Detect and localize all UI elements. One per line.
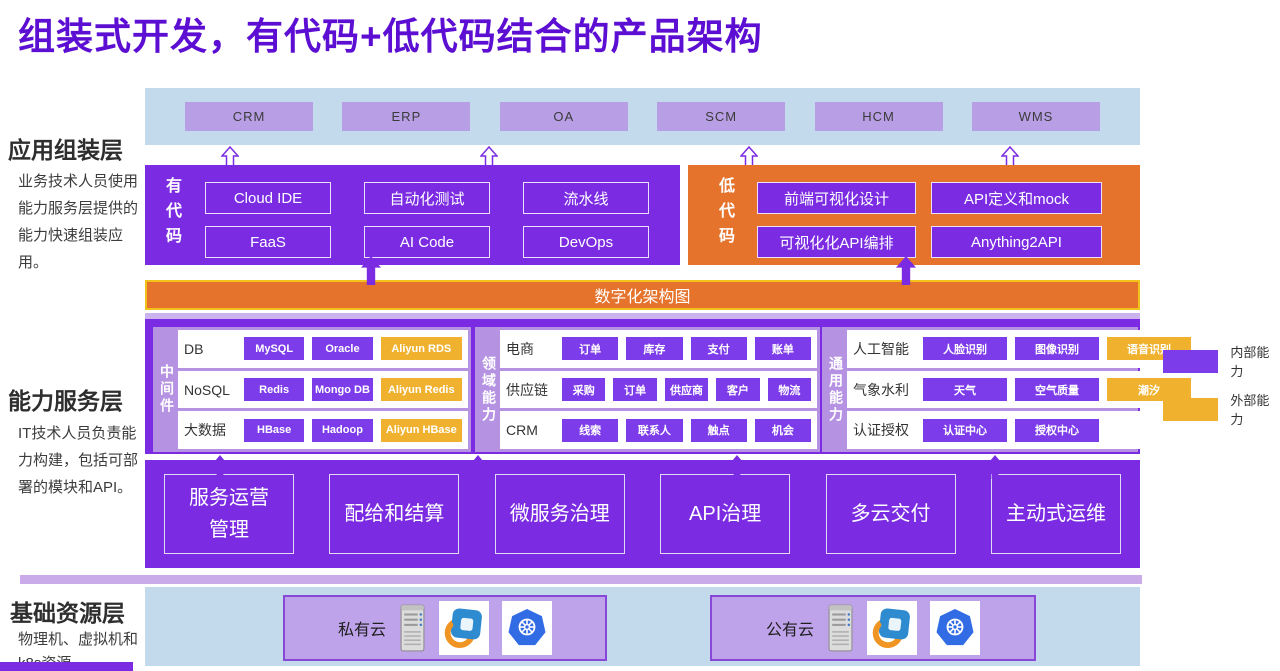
capability-badge: 订单 [613, 378, 656, 401]
corner-strip [0, 662, 133, 671]
capability-badge: Mongo DB [312, 378, 372, 401]
layer-heading-infrastructure: 基础资源层 [10, 594, 125, 628]
service-box-provision-settlement: 配给和结算 [329, 474, 459, 554]
server-icon [827, 601, 854, 655]
capability-badge: HBase [244, 419, 304, 442]
vmware-icon [867, 601, 917, 655]
low-code-label: 低代码 [712, 177, 736, 252]
layer-desc-capability: IT技术人员负责能力构建，包括可部署的模块和API。 [18, 420, 142, 501]
service-box-microservice-governance: 微服务治理 [495, 474, 625, 554]
row-auth: 认证授权 认证中心 授权中心 [847, 411, 1197, 449]
kubernetes-icon [930, 601, 980, 655]
group-general-label: 通用能力 [825, 330, 847, 449]
capability-badge: 联系人 [626, 419, 682, 442]
low-code-item-frontend-design: 前端可视化设计 [757, 182, 916, 214]
group-domain: 领域能力 电商 订单 库存 支付 账单 供应链 采购 订单 供应商 客户 物流 [475, 327, 820, 452]
kubernetes-icon [502, 601, 552, 655]
capability-badge: 供应商 [665, 378, 708, 401]
capability-badge: 账单 [755, 337, 811, 360]
pro-code-label: 有代码 [159, 177, 183, 252]
architecture-slide: 组装式开发，有代码+低代码结合的产品架构 应用组装层 业务技术人员使用能力服务层… [0, 0, 1280, 671]
app-box-scm: SCM [657, 102, 785, 131]
row-crm: CRM 线索 联系人 触点 机会 [500, 411, 817, 449]
private-cloud-box: 私有云 [283, 595, 607, 661]
application-bar: CRM ERP OA SCM HCM WMS [145, 88, 1140, 145]
capability-badge-external: Aliyun HBase [381, 419, 462, 442]
layer-heading-app-assembly: 应用组装层 [8, 131, 123, 165]
row-bigdata: 大数据 HBase Hadoop Aliyun HBase [178, 411, 468, 449]
legend-label-external: 外部能力 [1230, 390, 1280, 428]
capability-badge: 人脸识别 [923, 337, 1007, 360]
group-general: 通用能力 人工智能 人脸识别 图像识别 语音识别 气象水利 天气 空气质量 潮汐… [822, 327, 1138, 452]
capability-badge: MySQL [244, 337, 304, 360]
app-box-crm: CRM [185, 102, 313, 131]
capability-badge: 线索 [562, 419, 618, 442]
pro-code-item-auto-test: 自动化测试 [364, 182, 490, 214]
service-box-api-governance: API治理 [660, 474, 790, 554]
public-cloud-label: 公有云 [766, 616, 814, 640]
service-box-operation: 服务运营 管理 [164, 474, 294, 554]
app-box-wms: WMS [972, 102, 1100, 131]
low-code-item-api-orchestration: 可视化化API编排 [757, 226, 916, 258]
pro-code-item-cloud-ide: Cloud IDE [205, 182, 331, 214]
vmware-icon [439, 601, 489, 655]
service-box-proactive-ops: 主动式运维 [991, 474, 1121, 554]
pro-code-item-devops: DevOps [523, 226, 649, 258]
group-middleware: 中间件 DB MySQL Oracle Aliyun RDS NoSQL Red… [153, 327, 471, 452]
capability-badge: 客户 [716, 378, 759, 401]
capability-badge: Hadoop [312, 419, 372, 442]
pro-code-item-faas: FaaS [205, 226, 331, 258]
capability-service-section: 中间件 DB MySQL Oracle Aliyun RDS NoSQL Red… [145, 319, 1140, 454]
capability-badge: Oracle [312, 337, 372, 360]
private-cloud-label: 私有云 [338, 616, 386, 640]
low-code-item-api-mock: API定义和mock [931, 182, 1102, 214]
pro-code-item-pipeline: 流水线 [523, 182, 649, 214]
public-cloud-box: 公有云 [710, 595, 1036, 661]
row-ai: 人工智能 人脸识别 图像识别 语音识别 [847, 330, 1197, 368]
capability-badge: 订单 [562, 337, 618, 360]
divider-strip [20, 575, 1142, 584]
legend-label-internal: 内部能力 [1230, 342, 1280, 380]
low-code-item-anything2api: Anything2API [931, 226, 1102, 258]
capability-badge: Redis [244, 378, 304, 401]
capability-badge: 空气质量 [1015, 378, 1099, 401]
capability-badge: 采购 [562, 378, 605, 401]
capability-badge: 支付 [691, 337, 747, 360]
app-box-oa: OA [500, 102, 628, 131]
legend-swatch-internal [1163, 350, 1218, 373]
service-box-multicloud-delivery: 多云交付 [826, 474, 956, 554]
app-box-erp: ERP [342, 102, 470, 131]
row-db: DB MySQL Oracle Aliyun RDS [178, 330, 468, 368]
group-middleware-label: 中间件 [156, 330, 178, 449]
capability-badge: 机会 [755, 419, 811, 442]
capability-badge: 天气 [923, 378, 1007, 401]
capability-badge-external: Aliyun Redis [381, 378, 462, 401]
capability-badge-external: Aliyun RDS [381, 337, 462, 360]
legend: 内部能力 外部能力 [1163, 342, 1280, 438]
app-box-hcm: HCM [815, 102, 943, 131]
capability-badge: 认证中心 [923, 419, 1007, 442]
infrastructure-bar: 私有云 [145, 587, 1140, 666]
legend-swatch-external [1163, 398, 1218, 421]
pro-code-item-ai-code: AI Code [364, 226, 490, 258]
capability-badge: 触点 [691, 419, 747, 442]
page-title: 组装式开发，有代码+低代码结合的产品架构 [18, 6, 763, 60]
layer-desc-app-assembly: 业务技术人员使用能力服务层提供的能力快速组装应用。 [18, 168, 140, 276]
pro-code-block: 有代码 Cloud IDE 自动化测试 流水线 FaaS AI Code Dev… [145, 165, 680, 265]
group-domain-label: 领域能力 [478, 330, 500, 449]
services-row: 服务运营 管理 配给和结算 微服务治理 API治理 多云交付 主动式运维 [145, 460, 1140, 568]
capability-badge: 库存 [626, 337, 682, 360]
capability-badge: 授权中心 [1015, 419, 1099, 442]
capability-badge: 物流 [768, 378, 811, 401]
row-nosql: NoSQL Redis Mongo DB Aliyun Redis [178, 371, 468, 409]
row-weather: 气象水利 天气 空气质量 潮汐 [847, 371, 1197, 409]
row-ecommerce: 电商 订单 库存 支付 账单 [500, 330, 817, 368]
layer-heading-capability: 能力服务层 [8, 382, 123, 416]
capability-badge: 图像识别 [1015, 337, 1099, 360]
row-supply-chain: 供应链 采购 订单 供应商 客户 物流 [500, 371, 817, 409]
digital-architecture-bar: 数字化架构图 [145, 280, 1140, 310]
low-code-block: 低代码 前端可视化设计 API定义和mock 可视化化API编排 Anythin… [688, 165, 1140, 265]
server-icon [399, 601, 426, 655]
